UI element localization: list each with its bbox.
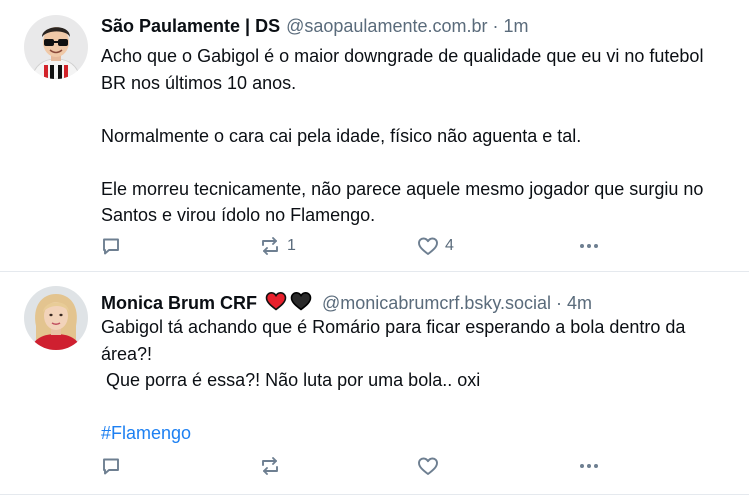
hashtag-link[interactable]: #Flamengo	[101, 420, 731, 447]
post-time[interactable]: 1m	[503, 16, 528, 37]
reply-icon	[103, 238, 119, 255]
repost-count: 1	[287, 237, 296, 254]
post-text: Gabigol tá achando que é Romário para fi…	[101, 314, 731, 447]
post-header: Monica Brum CRF @monicabrumcrf.bsky.soci…	[101, 289, 592, 314]
repost-button[interactable]	[259, 454, 287, 478]
reply-button[interactable]	[101, 454, 121, 478]
separator-dot: ·	[492, 16, 499, 36]
more-options-button[interactable]	[577, 454, 601, 478]
black-heart-emoji	[290, 291, 312, 311]
like-button[interactable]: 4	[417, 234, 454, 258]
author-handle[interactable]: @monicabrumcrf.bsky.social	[322, 293, 551, 314]
repost-icon	[262, 457, 278, 475]
heart-icon	[418, 457, 438, 475]
like-button[interactable]	[417, 454, 445, 478]
post-item[interactable]: São Paulamente | DS @saopaulamente.com.b…	[0, 0, 749, 272]
author-name[interactable]: Monica Brum CRF	[101, 293, 257, 314]
reply-button[interactable]	[101, 234, 121, 258]
post-actions	[101, 454, 621, 478]
post-time[interactable]: 4m	[567, 293, 592, 314]
author-handle[interactable]: @saopaulamente.com.br	[286, 16, 487, 37]
post-text: Acho que o Gabigol é o maior downgrade d…	[101, 43, 731, 229]
post-paragraph: Gabigol tá achando que é Romário para fi…	[101, 317, 691, 364]
post-paragraph: Normalmente o cara cai pela idade, físic…	[101, 125, 582, 146]
separator-dot: ·	[556, 293, 563, 313]
name-emojis	[265, 291, 312, 311]
post-header: São Paulamente | DS @saopaulamente.com.b…	[101, 16, 529, 37]
like-count: 4	[445, 237, 454, 254]
more-options-button[interactable]	[577, 234, 601, 258]
reply-icon	[103, 458, 119, 475]
repost-icon	[262, 237, 278, 255]
repost-button[interactable]: 1	[259, 234, 296, 258]
post-item[interactable]: Monica Brum CRF @monicabrumcrf.bsky.soci…	[0, 272, 749, 495]
avatar[interactable]	[24, 286, 88, 350]
avatar[interactable]	[24, 15, 88, 79]
more-icon	[580, 244, 598, 248]
more-icon	[580, 464, 598, 468]
post-paragraph: Ele morreu tecnicamente, não parece aque…	[101, 178, 709, 226]
feed: São Paulamente | DS @saopaulamente.com.b…	[0, 0, 749, 495]
post-paragraph: Acho que o Gabigol é o maior downgrade d…	[101, 46, 709, 93]
red-heart-emoji	[265, 291, 287, 311]
author-name[interactable]: São Paulamente | DS	[101, 16, 280, 37]
heart-icon	[418, 237, 438, 255]
post-actions: 1 4	[101, 234, 621, 258]
post-paragraph: Que porra é essa?! Não luta por uma bola…	[101, 370, 481, 390]
